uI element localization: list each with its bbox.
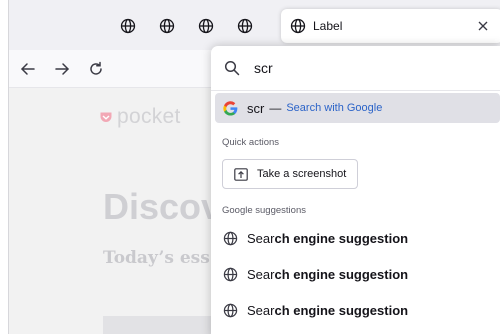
urlbar-dropdown: scr scr — Search with Google Quick actio… [211, 46, 500, 334]
suggestion-completion: ch engine suggestion [274, 266, 409, 282]
pinned-tab-4[interactable] [234, 15, 256, 37]
reload-icon [90, 61, 102, 75]
globe-icon [223, 267, 238, 281]
pinned-tab-3[interactable] [195, 15, 217, 37]
globe-icon [290, 18, 306, 34]
screenshot-icon [234, 167, 248, 181]
back-button[interactable] [17, 58, 39, 80]
take-screenshot-label: Take a screenshot [257, 168, 347, 180]
article-card [103, 316, 213, 334]
urlbar-query: scr [254, 60, 273, 76]
suggestion-prefix: Sear [247, 302, 275, 318]
urlbar-divider [211, 90, 500, 91]
globe-icon [198, 18, 214, 34]
suggestion-item[interactable]: Search engine suggestion [215, 293, 500, 327]
forward-button[interactable] [51, 58, 73, 80]
suggestion-completion: ch engine suggestion [274, 302, 409, 318]
close-icon[interactable] [477, 20, 489, 32]
reload-button[interactable] [85, 58, 107, 80]
forward-arrow-icon [55, 63, 69, 75]
globe-icon [223, 303, 238, 317]
pocket-logo: pocket [99, 105, 181, 129]
tab-label: Label [313, 19, 343, 33]
suggestion-text: Search engine suggestion [247, 267, 408, 282]
suggestion-item[interactable]: Search engine suggestion [215, 221, 500, 255]
globe-icon [237, 18, 253, 34]
google-search-row[interactable]: scr — Search with Google [215, 93, 500, 123]
suggestion-prefix: Sear [247, 266, 275, 282]
pinned-tab-2[interactable] [156, 15, 178, 37]
suggestion-text: Search engine suggestion [247, 303, 408, 318]
pocket-logo-text: pocket [117, 105, 181, 128]
suggestion-text: Search engine suggestion [247, 231, 408, 246]
globe-icon [223, 231, 238, 245]
search-icon [224, 60, 240, 76]
page-heading: Discov [103, 186, 222, 227]
active-tab[interactable]: Label [281, 9, 500, 43]
google-row-separator: — [269, 101, 282, 115]
google-icon [223, 100, 238, 116]
google-row-action: Search with Google [286, 102, 383, 114]
google-row-query: scr [247, 100, 265, 116]
take-screenshot-button[interactable]: Take a screenshot [222, 159, 358, 189]
globe-icon [120, 18, 136, 34]
globe-icon [159, 18, 175, 34]
suggestion-completion: ch engine suggestion [274, 230, 409, 246]
pocket-heart-icon [100, 112, 112, 122]
page-subheading: Today’s ess [103, 248, 210, 268]
urlbar-input[interactable]: scr [211, 46, 500, 90]
back-arrow-icon [21, 63, 35, 75]
suggestion-prefix: Sear [247, 230, 275, 246]
pinned-tab-1[interactable] [117, 15, 139, 37]
quick-actions-label: Quick actions [222, 137, 280, 148]
tab-strip: Label [9, 0, 500, 50]
suggestion-item[interactable]: Search engine suggestion [215, 257, 500, 291]
google-suggestions-label: Google suggestions [222, 205, 306, 216]
